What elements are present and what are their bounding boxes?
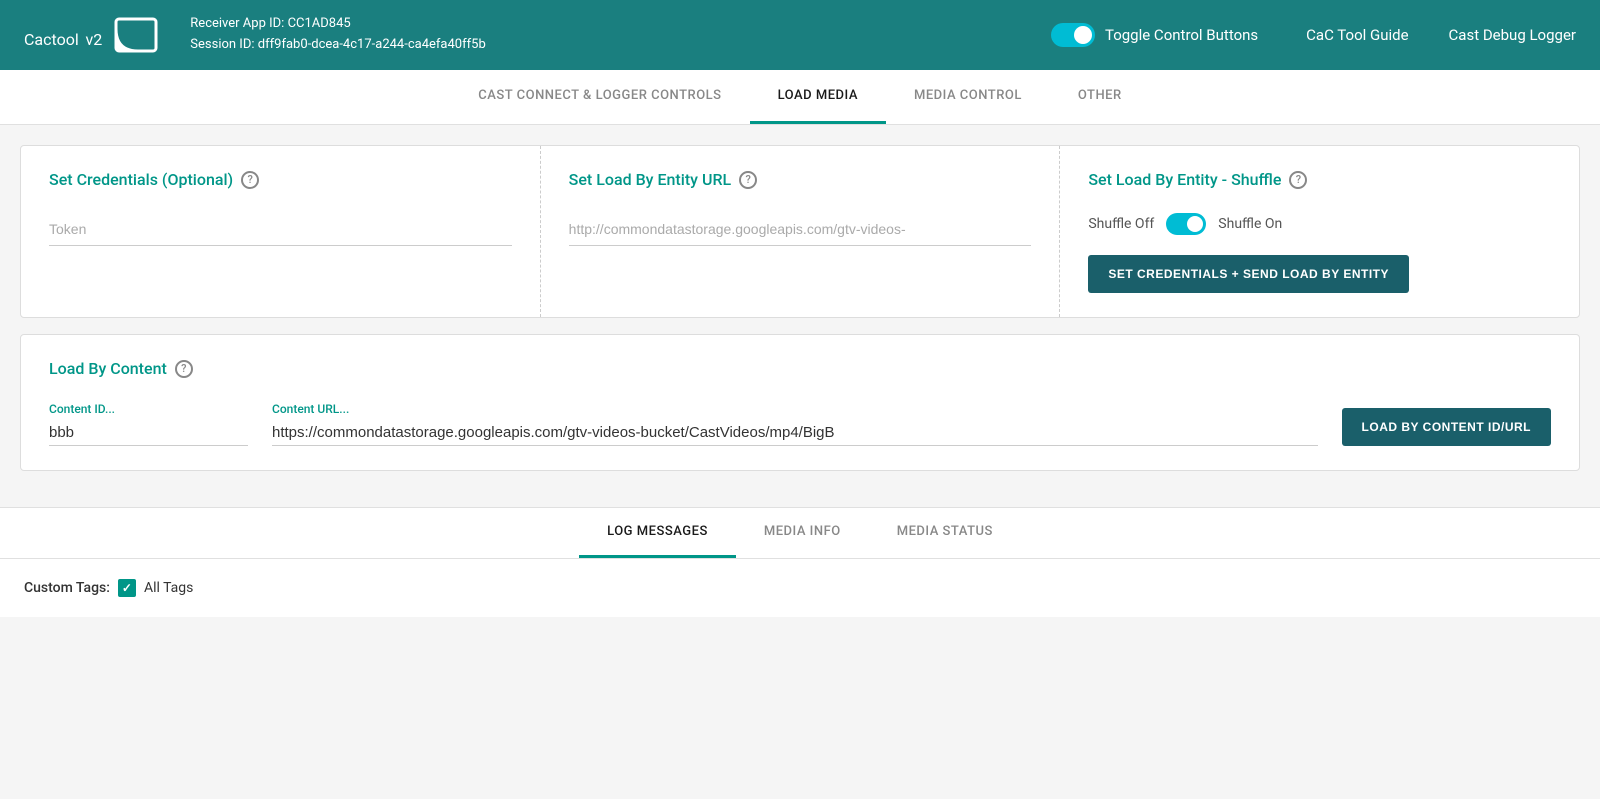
header-nav: CaC Tool Guide Cast Debug Logger	[1306, 26, 1576, 44]
credentials-card: Set Credentials (Optional) ?	[21, 146, 541, 317]
session-info: Receiver App ID: CC1AD845 Session ID: df…	[190, 14, 1051, 56]
all-tags-checkbox[interactable]	[118, 579, 136, 597]
credentials-help-icon[interactable]: ?	[241, 171, 259, 189]
all-tags-label: All Tags	[144, 580, 193, 596]
custom-tags-row: Custom Tags: All Tags	[24, 579, 1576, 597]
content-url-input[interactable]	[272, 420, 1318, 446]
custom-tags-label: Custom Tags:	[24, 580, 110, 596]
set-credentials-send-load-button[interactable]: SET CREDENTIALS + SEND LOAD BY ENTITY	[1088, 255, 1409, 293]
content-url-field: Content URL...	[272, 402, 1318, 446]
load-by-content-card: Load By Content ? Content ID... Content …	[20, 334, 1580, 471]
content-id-label: Content ID...	[49, 402, 248, 416]
tab-other[interactable]: OTHER	[1050, 70, 1150, 124]
toggle-control-buttons-switch[interactable]	[1051, 23, 1095, 47]
toggle-control-buttons-container: Toggle Control Buttons	[1051, 23, 1258, 47]
tab-media-control[interactable]: MEDIA CONTROL	[886, 70, 1050, 124]
load-by-content-button[interactable]: LOAD BY CONTENT ID/URL	[1342, 408, 1551, 446]
top-cards-row: Set Credentials (Optional) ? Set Load By…	[20, 145, 1580, 318]
shuffle-off-label: Shuffle Off	[1088, 216, 1154, 232]
bottom-tab-media-status[interactable]: MEDIA STATUS	[869, 508, 1021, 558]
tab-cast-connect[interactable]: CAST CONNECT & LOGGER CONTROLS	[450, 70, 749, 124]
bottom-tab-media-info[interactable]: MEDIA INFO	[736, 508, 869, 558]
entity-shuffle-card-title: Set Load By Entity - Shuffle ?	[1088, 170, 1551, 189]
bottom-tab-log-messages[interactable]: LOG MESSAGES	[579, 508, 736, 558]
credentials-card-title: Set Credentials (Optional) ?	[49, 170, 512, 189]
bottom-section: LOG MESSAGES MEDIA INFO MEDIA STATUS Cus…	[0, 507, 1600, 617]
shuffle-on-label: Shuffle On	[1218, 216, 1282, 232]
content-id-input[interactable]	[49, 420, 248, 446]
bottom-tabs: LOG MESSAGES MEDIA INFO MEDIA STATUS	[0, 508, 1600, 559]
main-content: Set Credentials (Optional) ? Set Load By…	[0, 125, 1600, 507]
app-title: Cactool v2	[24, 19, 102, 52]
header: Cactool v2 Receiver App ID: CC1AD845 Ses…	[0, 0, 1600, 70]
tab-load-media[interactable]: LOAD MEDIA	[750, 70, 886, 124]
bottom-content-area: Custom Tags: All Tags	[0, 559, 1600, 617]
shuffle-toggle-row: Shuffle Off Shuffle On	[1088, 213, 1551, 235]
load-by-content-title: Load By Content ?	[49, 359, 1551, 378]
entity-url-input[interactable]	[569, 213, 1032, 246]
cast-icon	[114, 17, 158, 53]
token-input[interactable]	[49, 213, 512, 246]
entity-shuffle-card: Set Load By Entity - Shuffle ? Shuffle O…	[1060, 146, 1579, 317]
entity-shuffle-help-icon[interactable]: ?	[1289, 171, 1307, 189]
entity-url-help-icon[interactable]: ?	[739, 171, 757, 189]
cac-tool-guide-link[interactable]: CaC Tool Guide	[1306, 26, 1408, 44]
entity-url-card-title: Set Load By Entity URL ?	[569, 170, 1032, 189]
cast-debug-logger-link[interactable]: Cast Debug Logger	[1449, 26, 1576, 44]
shuffle-toggle[interactable]	[1166, 213, 1206, 235]
content-url-label: Content URL...	[272, 402, 1318, 416]
main-tabs: CAST CONNECT & LOGGER CONTROLS LOAD MEDI…	[0, 70, 1600, 125]
entity-url-card: Set Load By Entity URL ?	[541, 146, 1061, 317]
toggle-control-buttons-label: Toggle Control Buttons	[1105, 26, 1258, 44]
load-by-content-help-icon[interactable]: ?	[175, 360, 193, 378]
content-id-field: Content ID...	[49, 402, 248, 446]
logo: Cactool v2	[24, 17, 158, 53]
load-content-inputs-row: Content ID... Content URL... LOAD BY CON…	[49, 402, 1551, 446]
